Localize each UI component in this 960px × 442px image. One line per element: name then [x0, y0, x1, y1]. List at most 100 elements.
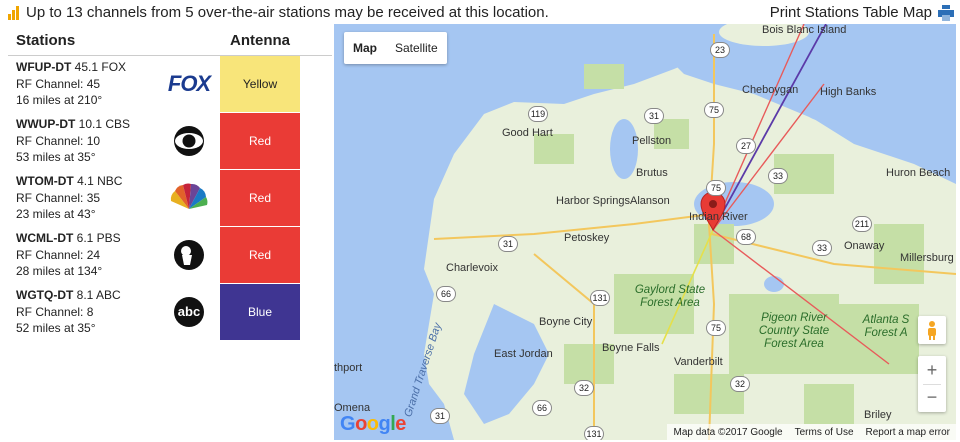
place-label: East Jordan	[494, 348, 553, 360]
route-shield: 32	[574, 380, 594, 396]
street-view-pegman-icon[interactable]	[918, 316, 946, 344]
station-channel: 4.1 NBC	[77, 174, 123, 188]
station-callsign: WFUP-DT	[16, 60, 72, 74]
place-label: Charlevoix	[446, 262, 498, 274]
antenna-color-cell: Yellow	[220, 56, 300, 112]
place-label: thport	[334, 362, 363, 374]
report-map-error-link[interactable]: Report a map error	[866, 427, 950, 438]
distance-bearing: 28 miles at 134°	[16, 264, 103, 278]
printer-icon[interactable]	[938, 4, 954, 21]
stations-table: Stations Antenna WFUP-DT 45.1 FOX RF Cha…	[8, 26, 332, 341]
nbc-logo	[158, 170, 220, 226]
station-channel: 8.1 ABC	[76, 288, 121, 302]
google-logo[interactable]: Google	[340, 413, 406, 436]
zoom-out-button[interactable]: −	[923, 384, 941, 412]
col-antenna: Antenna	[230, 32, 290, 49]
rf-channel: RF Channel: 8	[16, 304, 94, 319]
route-shield: 68	[736, 229, 756, 245]
place-label: Huron Beach	[886, 167, 951, 179]
rf-channel: RF Channel: 10	[16, 133, 101, 148]
place-label: Boyne City	[539, 316, 593, 328]
rf-channel: RF Channel: 45	[16, 76, 101, 91]
route-shield: 66	[532, 400, 552, 416]
place-label: Brutus	[636, 167, 668, 179]
print-links[interactable]: Print Stations Table Map	[770, 4, 954, 21]
top-bar: Up to 13 channels from 5 over-the-air st…	[0, 0, 960, 24]
summary-text: Up to 13 channels from 5 over-the-air st…	[26, 4, 549, 21]
place-label: Cheboygan	[742, 84, 799, 96]
station-info: WTOM-DT 4.1 NBC RF Channel: 35 23 miles …	[8, 170, 158, 226]
route-shield: 33	[768, 168, 788, 184]
table-header: Stations Antenna	[8, 26, 332, 56]
route-shield: 27	[736, 138, 756, 154]
station-row[interactable]: WGTQ-DT 8.1 ABC RF Channel: 8 52 miles a…	[8, 284, 332, 341]
route-shield: 31	[430, 408, 450, 424]
place-label: Bois Blanc Island	[762, 24, 847, 36]
route-shield: 23	[710, 42, 730, 58]
map-data-credit: Map data ©2017 Google	[673, 426, 783, 438]
place-label: Onaway	[844, 240, 885, 252]
antenna-color-cell: Red	[220, 113, 300, 169]
map-type-map-button[interactable]: Map	[344, 32, 386, 64]
rf-channel: RF Channel: 24	[16, 247, 101, 262]
rf-channel: RF Channel: 35	[16, 190, 101, 205]
station-row[interactable]: WFUP-DT 45.1 FOX RF Channel: 45 16 miles…	[8, 56, 332, 113]
terms-of-use-link[interactable]: Terms of Use	[795, 427, 854, 438]
route-shield: 32	[730, 376, 750, 392]
station-row[interactable]: WWUP-DT 10.1 CBS RF Channel: 10 53 miles…	[8, 113, 332, 170]
antenna-color-cell: Red	[220, 170, 300, 226]
station-channel: 45.1 FOX	[74, 60, 127, 74]
route-shield: 75	[704, 102, 724, 118]
forest-label: Gaylord State Forest Area	[634, 284, 706, 309]
station-info: WFUP-DT 45.1 FOX RF Channel: 45 16 miles…	[8, 56, 158, 112]
col-stations: Stations	[16, 32, 76, 49]
station-callsign: WGTQ-DT	[16, 288, 74, 302]
station-callsign: WTOM-DT	[16, 174, 74, 188]
route-shield: 119	[528, 106, 548, 122]
map-attribution: Map data ©2017 Google Terms of Use Repor…	[667, 424, 956, 440]
place-label: Indian River	[689, 211, 748, 223]
map-type-satellite-button[interactable]: Satellite	[386, 32, 447, 64]
place-label: Good Hart	[502, 127, 553, 139]
place-label: Vanderbilt	[674, 356, 723, 368]
station-callsign: WWUP-DT	[16, 117, 76, 131]
route-shield: 211	[852, 216, 872, 232]
place-label: Boyne Falls	[602, 342, 660, 354]
distance-bearing: 16 miles at 210°	[16, 93, 103, 107]
route-shield: 131	[590, 290, 610, 306]
antenna-color-cell: Blue	[220, 284, 300, 340]
fox-logo: FOX	[158, 56, 220, 112]
summary: Up to 13 channels from 5 over-the-air st…	[8, 4, 549, 21]
route-shield: 33	[812, 240, 832, 256]
place-label: Harbor Springs	[556, 195, 630, 207]
abc-logo-text: abc	[178, 304, 200, 319]
pbs-logo	[158, 227, 220, 283]
station-row[interactable]: WCML-DT 6.1 PBS RF Channel: 24 28 miles …	[8, 227, 332, 284]
station-callsign: WCML-DT	[16, 231, 74, 245]
distance-bearing: 52 miles at 35°	[16, 321, 96, 335]
route-shield: 31	[644, 108, 664, 124]
place-label: Petoskey	[564, 232, 610, 244]
station-info: WCML-DT 6.1 PBS RF Channel: 24 28 miles …	[8, 227, 158, 283]
fox-logo-text: FOX	[167, 71, 211, 96]
antenna-color-cell: Red	[220, 227, 300, 283]
signal-bars-icon	[8, 5, 22, 20]
zoom-in-button[interactable]: +	[927, 356, 938, 384]
route-shield: 75	[706, 180, 726, 196]
distance-bearing: 23 miles at 43°	[16, 207, 96, 221]
map[interactable]: Bois Blanc Island Cheboygan High Banks G…	[334, 24, 956, 440]
print-stations-table-map-link[interactable]: Print Stations Table Map	[770, 4, 932, 21]
place-label: Briley	[864, 409, 892, 421]
zoom-control[interactable]: + −	[918, 356, 946, 412]
place-label: Millersburg	[900, 252, 954, 264]
station-channel: 6.1 PBS	[76, 231, 121, 245]
place-label: Alanson	[630, 195, 670, 207]
route-shield: 75	[706, 320, 726, 336]
station-info: WWUP-DT 10.1 CBS RF Channel: 10 53 miles…	[8, 113, 158, 169]
abc-logo: abc	[158, 284, 220, 340]
place-label: Pellston	[632, 135, 672, 147]
map-type-control[interactable]: Map Satellite	[344, 32, 447, 64]
route-shield: 131	[584, 426, 604, 440]
station-row[interactable]: WTOM-DT 4.1 NBC RF Channel: 35 23 miles …	[8, 170, 332, 227]
forest-label: Pigeon River Country State Forest Area	[758, 312, 830, 350]
